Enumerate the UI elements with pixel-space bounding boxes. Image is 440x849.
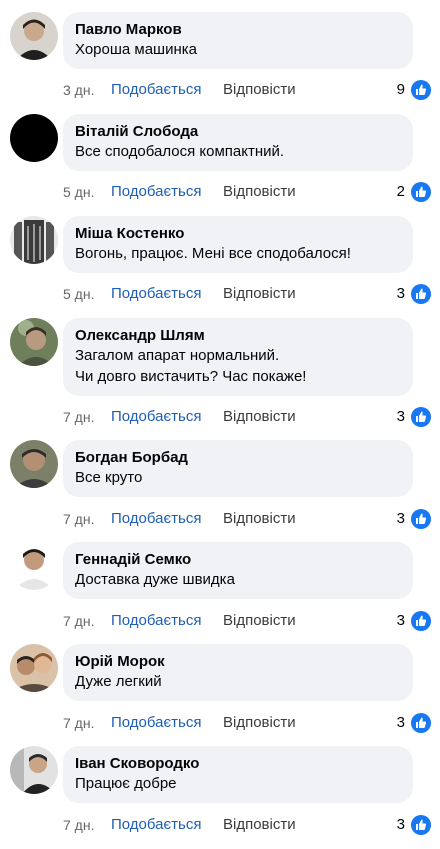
like-button[interactable]: Подобається xyxy=(111,814,201,836)
thumbs-up-icon[interactable] xyxy=(411,80,431,100)
comment-text: Все круто xyxy=(75,469,143,486)
comment-actions: 5 дн. Подобається Відповісти 3 xyxy=(63,283,433,305)
comment-actions: 7 дн. Подобається Відповісти 3 xyxy=(63,712,433,734)
comment-text: Вогонь, працює. Мені все сподобалося! xyxy=(75,245,351,262)
like-button[interactable]: Подобається xyxy=(111,610,201,632)
comment-time[interactable]: 7 дн. xyxy=(63,406,94,428)
comment-text: Працює добре xyxy=(75,775,177,792)
thumbs-up-icon[interactable] xyxy=(411,611,431,631)
comment-author[interactable]: Міша Костенко xyxy=(75,224,401,243)
reply-button[interactable]: Відповісти xyxy=(223,508,296,530)
comment-author[interactable]: Олександр Шлям xyxy=(75,326,401,345)
reply-button[interactable]: Відповісти xyxy=(223,406,296,428)
comment-bubble: Павло Марков Хороша машинка xyxy=(63,12,413,69)
comment: Геннадій Семко Доставка дуже швидка 7 дн… xyxy=(0,542,440,644)
avatar[interactable] xyxy=(10,318,58,366)
comment-actions: 5 дн. Подобається Відповісти 2 xyxy=(63,181,433,203)
comment: Віталій Слобода Все сподобалося компактн… xyxy=(0,114,440,216)
like-button[interactable]: Подобається xyxy=(111,508,201,530)
comment-time[interactable]: 7 дн. xyxy=(63,712,94,734)
comment-time[interactable]: 5 дн. xyxy=(63,283,94,305)
like-count[interactable]: 3 xyxy=(397,814,405,836)
comment-actions: 7 дн. Подобається Відповісти 3 xyxy=(63,610,433,632)
avatar[interactable] xyxy=(10,746,58,794)
like-count[interactable]: 3 xyxy=(397,406,405,428)
comment-time[interactable]: 7 дн. xyxy=(63,814,94,836)
like-count[interactable]: 2 xyxy=(397,181,405,203)
reply-button[interactable]: Відповісти xyxy=(223,181,296,203)
like-count[interactable]: 3 xyxy=(397,283,405,305)
comment-bubble: Міша Костенко Вогонь, працює. Мені все с… xyxy=(63,216,413,273)
comment-actions: 3 дн. Подобається Відповісти 9 xyxy=(63,79,433,101)
comment-author[interactable]: Юрій Морок xyxy=(75,652,401,671)
comment-actions: 7 дн. Подобається Відповісти 3 xyxy=(63,508,433,530)
like-count[interactable]: 9 xyxy=(397,79,405,101)
comment-bubble: Геннадій Семко Доставка дуже швидка xyxy=(63,542,413,599)
thumbs-up-icon[interactable] xyxy=(411,815,431,835)
avatar[interactable] xyxy=(10,216,58,264)
avatar[interactable] xyxy=(10,440,58,488)
comment-author[interactable]: Віталій Слобода xyxy=(75,122,401,141)
like-count[interactable]: 3 xyxy=(397,610,405,632)
like-button[interactable]: Подобається xyxy=(111,712,201,734)
comment-bubble: Юрій Морок Дуже легкий xyxy=(63,644,413,701)
like-count[interactable]: 3 xyxy=(397,712,405,734)
comment-text: Хороша машинка xyxy=(75,41,197,58)
comment-time[interactable]: 7 дн. xyxy=(63,610,94,632)
avatar[interactable] xyxy=(10,644,58,692)
comment-author[interactable]: Іван Сковородко xyxy=(75,754,401,773)
comment: Іван Сковородко Працює добре 7 дн. Подоб… xyxy=(0,746,440,848)
like-button[interactable]: Подобається xyxy=(111,79,201,101)
comment-text: Доставка дуже швидка xyxy=(75,571,235,588)
comment-author[interactable]: Геннадій Семко xyxy=(75,550,401,569)
like-count[interactable]: 3 xyxy=(397,508,405,530)
comment-actions: 7 дн. Подобається Відповісти 3 xyxy=(63,406,433,428)
comment: Богдан Борбад Все круто 7 дн. Подобаєтьс… xyxy=(0,440,440,542)
comment-time[interactable]: 3 дн. xyxy=(63,79,94,101)
avatar[interactable] xyxy=(10,542,58,590)
thumbs-up-icon[interactable] xyxy=(411,713,431,733)
reply-button[interactable]: Відповісти xyxy=(223,283,296,305)
reply-button[interactable]: Відповісти xyxy=(223,610,296,632)
comment-author[interactable]: Павло Марков xyxy=(75,20,401,39)
thumbs-up-icon[interactable] xyxy=(411,509,431,529)
comment-text: Загалом апарат нормальний. xyxy=(75,347,280,364)
thumbs-up-icon[interactable] xyxy=(411,182,431,202)
comment: Юрій Морок Дуже легкий 7 дн. Подобається… xyxy=(0,644,440,746)
comment-actions: 7 дн. Подобається Відповісти 3 xyxy=(63,814,433,836)
like-button[interactable]: Подобається xyxy=(111,406,201,428)
comment-text-line-2: Чи довго вистачить? Час покаже! xyxy=(75,368,307,385)
comment-bubble: Іван Сковородко Працює добре xyxy=(63,746,413,803)
thumbs-up-icon[interactable] xyxy=(411,407,431,427)
comment: Павло Марков Хороша машинка 3 дн. Подоба… xyxy=(0,12,440,114)
comment-text: Все сподобалося компактний. xyxy=(75,143,285,160)
comment-bubble: Богдан Борбад Все круто xyxy=(63,440,413,497)
comment-bubble: Олександр Шлям Загалом апарат нормальний… xyxy=(63,318,413,396)
comment-time[interactable]: 5 дн. xyxy=(63,181,94,203)
reply-button[interactable]: Відповісти xyxy=(223,814,296,836)
reply-button[interactable]: Відповісти xyxy=(223,79,296,101)
comment: Міша Костенко Вогонь, працює. Мені все с… xyxy=(0,216,440,318)
comment: Олександр Шлям Загалом апарат нормальний… xyxy=(0,318,440,427)
like-button[interactable]: Подобається xyxy=(111,181,201,203)
avatar[interactable] xyxy=(10,114,58,162)
thumbs-up-icon[interactable] xyxy=(411,284,431,304)
avatar[interactable] xyxy=(10,12,58,60)
comment-bubble: Віталій Слобода Все сподобалося компактн… xyxy=(63,114,413,171)
comment-text: Дуже легкий xyxy=(75,673,162,690)
comment-author[interactable]: Богдан Борбад xyxy=(75,448,401,467)
comment-time[interactable]: 7 дн. xyxy=(63,508,94,530)
reply-button[interactable]: Відповісти xyxy=(223,712,296,734)
like-button[interactable]: Подобається xyxy=(111,283,201,305)
